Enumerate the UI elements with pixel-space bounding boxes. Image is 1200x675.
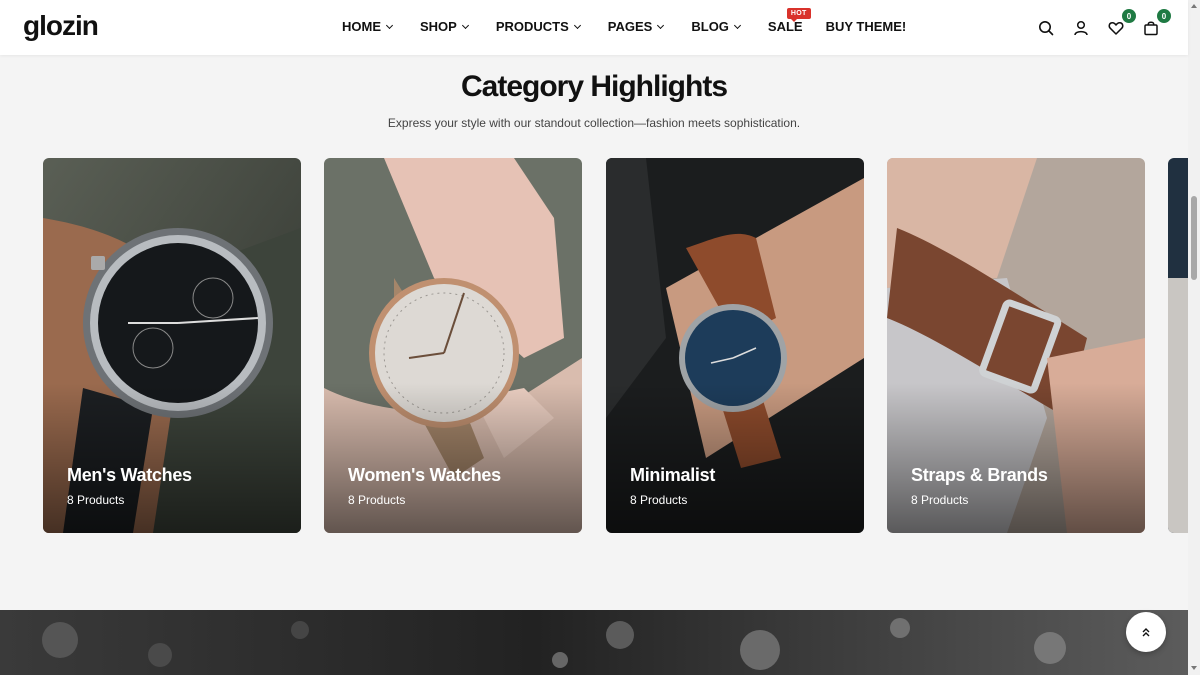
chevron-down-icon — [573, 21, 581, 29]
cart-count: 0 — [1157, 9, 1171, 23]
nav-pages-label: PAGES — [607, 19, 653, 34]
nav-sale[interactable]: SALE HOT — [767, 8, 811, 34]
category-card-womens-watches[interactable]: Women's Watches 8 Products — [324, 158, 582, 533]
site-logo[interactable]: glozin — [23, 10, 99, 42]
nav-blog[interactable]: BLOG — [691, 19, 741, 34]
scroll-up-arrow[interactable] — [1191, 4, 1197, 8]
moon-surface-image — [0, 610, 1188, 675]
nav-home-label: HOME — [342, 19, 381, 34]
nav-products-label: PRODUCTS — [495, 19, 569, 34]
chevron-down-icon — [461, 21, 469, 29]
scroll-down-arrow[interactable] — [1191, 666, 1197, 670]
page-scrollbar[interactable] — [1188, 0, 1200, 675]
main-nav: HOME SHOP PRODUCTS PAGES BLOG SALE HOT B… — [342, 8, 934, 34]
nav-buy-theme-label: BUY THEME! — [825, 19, 907, 34]
double-chevron-up-icon — [1142, 628, 1150, 637]
user-icon — [1074, 20, 1088, 36]
chevron-down-icon — [657, 21, 665, 29]
nav-buy-theme[interactable]: BUY THEME! — [826, 19, 907, 34]
chevron-down-icon — [385, 21, 394, 29]
category-title[interactable]: Minimalist — [630, 465, 715, 486]
moon-banner — [0, 610, 1188, 675]
cart-icon — [1144, 21, 1158, 36]
nav-blog-label: BLOG — [691, 19, 729, 34]
card-overlay — [324, 383, 582, 533]
nav-sale-label: SALE — [767, 19, 803, 34]
category-title[interactable]: Women's Watches — [348, 465, 501, 486]
back-to-top-button[interactable] — [1126, 612, 1166, 652]
site-header: glozin HOME SHOP PRODUCTS PAGES BLOG SAL… — [0, 0, 1188, 55]
nav-home[interactable]: HOME — [342, 19, 394, 34]
wishlist-icon — [1108, 22, 1124, 35]
nav-shop-label: SHOP — [420, 19, 457, 34]
category-card-minimalist[interactable]: Minimalist 8 Products — [606, 158, 864, 533]
category-count: 8 Products — [67, 493, 125, 507]
chevron-down-icon — [733, 21, 741, 29]
category-card-straps-brands[interactable]: Straps & Brands 8 Products — [887, 158, 1145, 533]
search-icon — [1039, 21, 1054, 36]
cart-button[interactable]: 0 — [1140, 9, 1171, 39]
category-count: 8 Products — [630, 493, 688, 507]
category-card-mens-watches[interactable]: Men's Watches 8 Products — [43, 158, 301, 533]
wishlist-button[interactable]: 0 — [1105, 9, 1136, 39]
account-button[interactable] — [1070, 17, 1092, 39]
card-overlay — [43, 383, 301, 533]
section-subtitle: Express your style with our standout col… — [387, 116, 801, 130]
card-overlay — [606, 383, 864, 533]
wishlist-count: 0 — [1122, 9, 1136, 23]
nav-pages[interactable]: PAGES — [607, 19, 665, 34]
card-overlay — [887, 383, 1145, 533]
nav-products[interactable]: PRODUCTS — [495, 19, 581, 34]
next-card-image — [1168, 158, 1188, 533]
category-title[interactable]: Men's Watches — [67, 465, 192, 486]
search-button[interactable] — [1035, 17, 1057, 39]
category-card-next[interactable] — [1168, 158, 1188, 533]
header-icons: 0 0 — [1022, 9, 1171, 39]
section-title: Category Highlights — [460, 70, 728, 103]
category-count: 8 Products — [348, 493, 406, 507]
hot-badge: HOT — [786, 8, 811, 22]
nav-shop[interactable]: SHOP — [420, 19, 469, 34]
scroll-thumb[interactable] — [1191, 196, 1197, 280]
category-title[interactable]: Straps & Brands — [911, 465, 1048, 486]
category-count: 8 Products — [911, 493, 969, 507]
